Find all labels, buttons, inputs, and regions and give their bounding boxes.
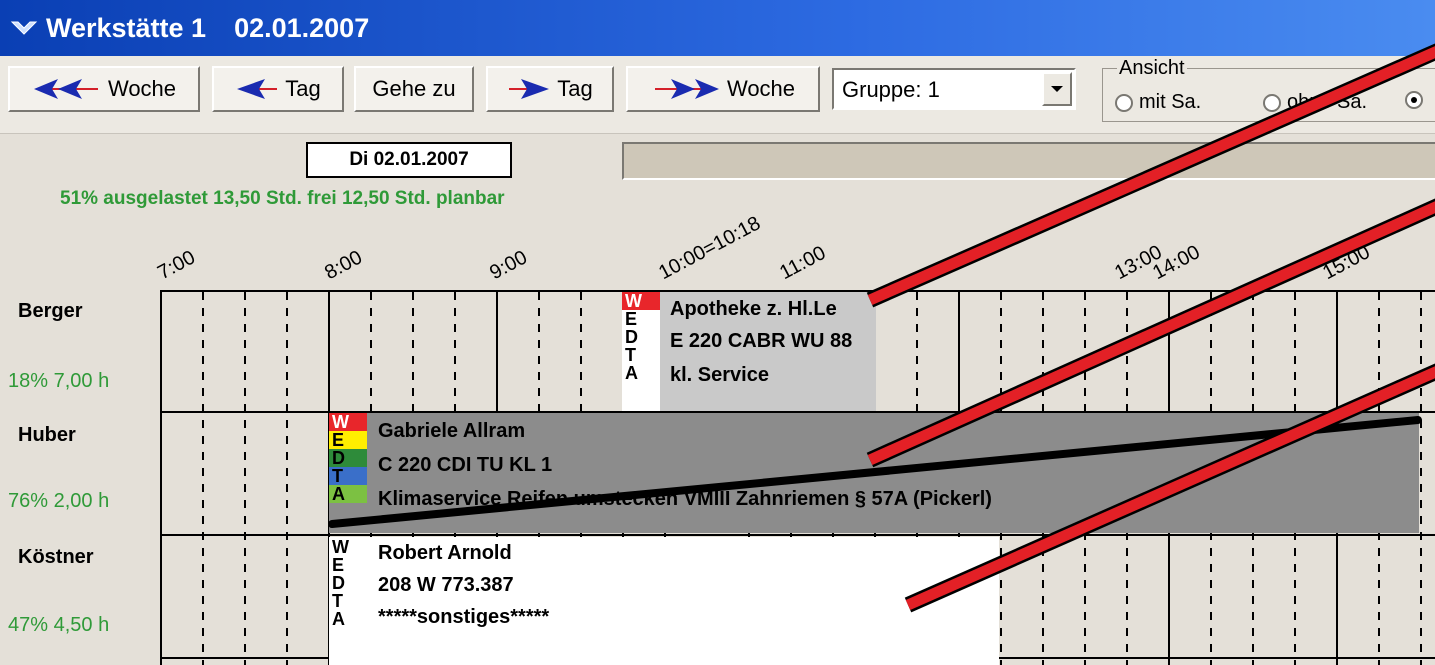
red-pointer-lines	[866, 43, 1435, 613]
annotation-overlay	[328, 43, 1435, 613]
drag-line	[328, 416, 1422, 528]
